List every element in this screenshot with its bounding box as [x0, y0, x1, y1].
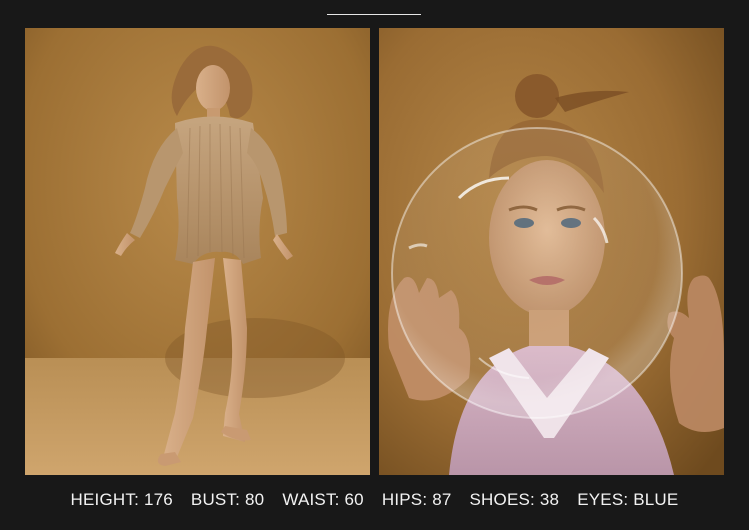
- stat-waist-value: 60: [344, 490, 364, 509]
- stat-eyes-label: EYES:: [577, 490, 629, 509]
- stat-height-value: 176: [143, 490, 173, 509]
- model-measurements: HEIGHT: 176 BUST: 80 WAIST: 60 HIPS: 87 …: [0, 488, 749, 512]
- stat-shoes: SHOES: 38: [470, 490, 560, 510]
- stat-shoes-label: SHOES:: [469, 490, 535, 509]
- photo-glass-sphere-image: [379, 28, 724, 475]
- stat-hips: HIPS: 87: [382, 490, 452, 510]
- stat-height-label: HEIGHT:: [70, 490, 139, 509]
- stat-waist-label: WAIST:: [282, 490, 340, 509]
- portfolio-photo-full-body[interactable]: [25, 28, 370, 475]
- model-portfolio-page: HEIGHT: 176 BUST: 80 WAIST: 60 HIPS: 87 …: [0, 0, 749, 530]
- stat-eyes: EYES: BLUE: [577, 490, 678, 510]
- stat-shoes-value: 38: [539, 490, 560, 509]
- stat-hips-label: HIPS:: [381, 490, 428, 509]
- stat-height: HEIGHT: 176: [71, 490, 173, 510]
- stat-bust-value: 80: [245, 490, 265, 509]
- portfolio-photo-glass-sphere[interactable]: [379, 28, 724, 475]
- top-divider: [327, 14, 421, 15]
- stat-bust: BUST: 80: [191, 490, 264, 510]
- stat-bust-label: BUST:: [190, 490, 241, 509]
- stat-hips-value: 87: [432, 490, 452, 509]
- stat-waist: WAIST: 60: [282, 490, 364, 510]
- photo-full-body-image: [25, 28, 370, 475]
- stat-eyes-value: BLUE: [633, 490, 679, 509]
